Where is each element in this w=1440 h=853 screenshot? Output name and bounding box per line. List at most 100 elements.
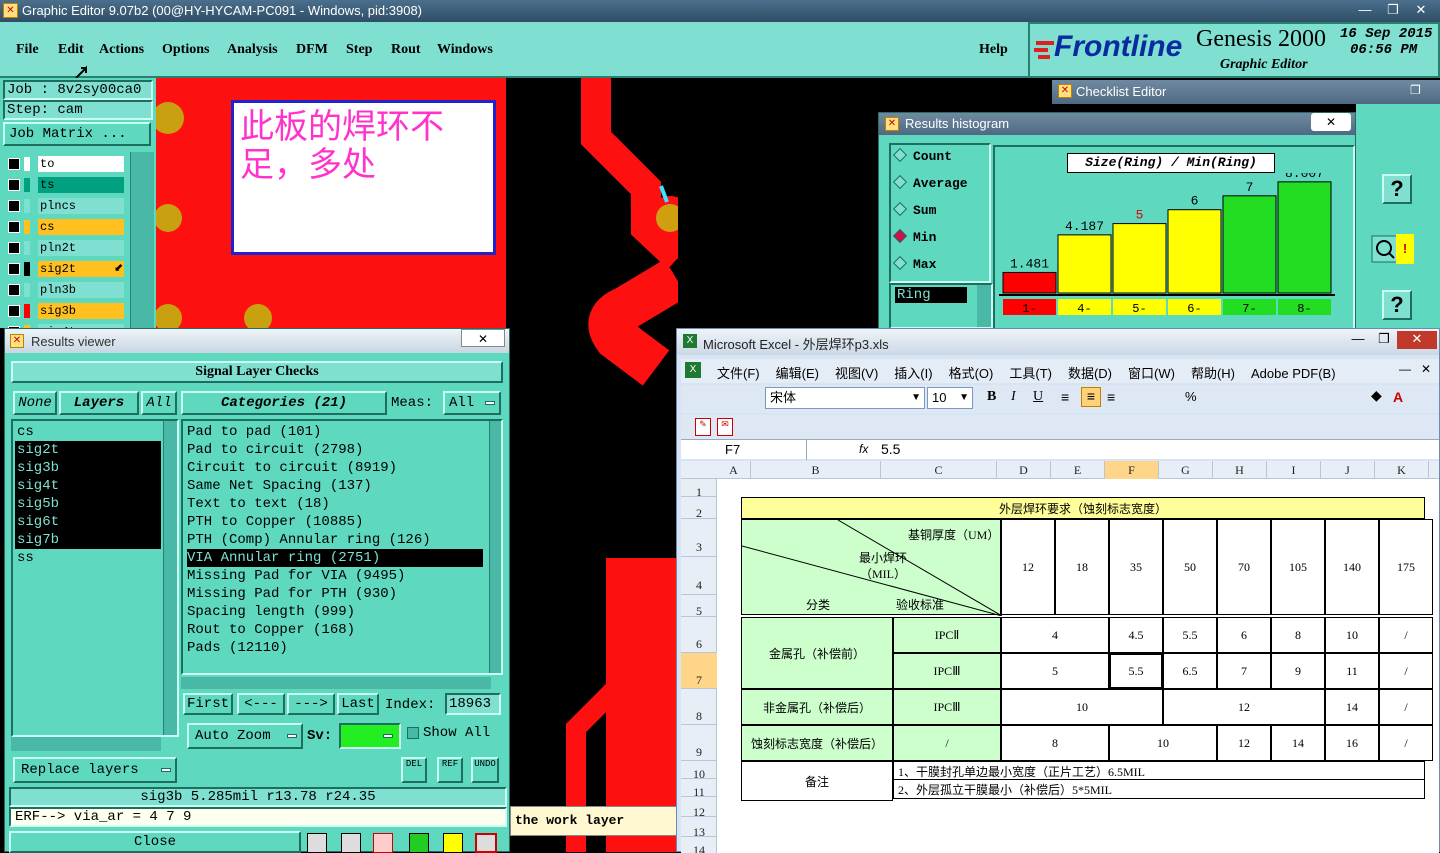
category-item[interactable]: VIA Annular ring (2751) [187,549,483,567]
category-item[interactable]: Circuit to circuit (8919) [187,459,483,477]
category-item[interactable]: Pad to circuit (2798) [187,441,483,459]
excel-menu-item[interactable]: 帮助(H) [1191,366,1235,381]
tool-icon-3[interactable] [373,833,393,853]
layer-row-sig3b[interactable]: sig3b [6,303,124,319]
metal-hole-label[interactable]: 金属孔（补偿前） [741,617,893,689]
category-item[interactable]: Missing Pad for PTH (930) [187,585,483,603]
layer-row-pln3b[interactable]: pln3b [6,282,124,298]
excel-menu-item[interactable]: 编辑(E) [776,366,819,381]
font-color-icon[interactable]: A [1393,389,1403,405]
radio-diamond-icon[interactable] [892,255,908,271]
menu-edit[interactable]: Edit [58,42,84,58]
r8-cell[interactable]: 12 [1163,689,1325,725]
excel-restore-button[interactable]: ❐ [1371,331,1397,349]
result-layer-item[interactable]: sig3b [15,459,161,477]
option-min[interactable]: Min [892,228,936,250]
auto-zoom-select[interactable]: Auto Zoom [187,723,303,749]
wb-minimize-button[interactable]: — [1399,362,1411,376]
r8-cell[interactable]: 14 [1325,689,1379,725]
etch-label[interactable]: 蚀刻标志宽度（补偿后） [741,725,893,761]
note-2[interactable]: 2、外层孤立干膜最小（补偿后）5*5MIL [893,779,1425,799]
histogram-bar[interactable] [1167,209,1222,294]
spreadsheet-grid[interactable]: ABCDEFGHIJK 1 2 3 4 5 6 7 8 9 10 11 12 13 14 外层焊环要求（蚀… [681,461,1439,853]
field-ring[interactable]: Ring [895,287,967,303]
severity-select[interactable] [339,723,401,749]
bold-icon[interactable]: B [987,389,996,405]
r7-cell[interactable]: 7 [1217,653,1271,689]
font-size-select[interactable]: 10 ▼ [927,387,973,409]
note-1[interactable]: 1、干膜封孔单边最小宽度（正片工艺）6.5MIL [893,761,1425,781]
next-button[interactable]: ---> [287,693,335,715]
r7-cell[interactable]: 11 [1325,653,1379,689]
histogram-bar[interactable] [1277,181,1332,294]
r9-cell[interactable]: 16 [1325,725,1379,761]
menu-help[interactable]: Help [979,42,1008,58]
category-scrollbar[interactable] [489,421,501,673]
tool-icon-6[interactable] [475,833,497,853]
r6-cell[interactable]: 5.5 [1163,617,1217,653]
menu-step[interactable]: Step [346,42,372,58]
r8-cell[interactable]: 10 [1001,689,1163,725]
align-center-icon[interactable]: ≡ [1081,387,1101,407]
excel-menu-item[interactable]: Adobe PDF(B) [1251,366,1336,381]
histogram-close-button[interactable]: ✕ [1311,113,1351,131]
result-layer-item[interactable]: sig2t [15,441,161,459]
histogram-bar[interactable] [1002,271,1057,294]
layer-result-scrollbar[interactable] [163,421,177,735]
note-label[interactable]: 备注 [741,761,893,801]
option-count[interactable]: Count [892,147,952,169]
radio-diamond-icon[interactable] [892,147,908,163]
maximize-button[interactable]: ❐ [1380,1,1406,19]
fill-color-icon[interactable]: ◆ [1371,387,1382,404]
r7-cell[interactable]: 9 [1271,653,1325,689]
layer-row-cs[interactable]: cs [6,219,124,235]
r9-cell[interactable]: 12 [1217,725,1271,761]
layer-checkbox[interactable] [8,263,20,275]
tool-icon-5[interactable] [443,833,463,853]
r7-cell[interactable]: / [1379,653,1433,689]
percent-icon[interactable]: % [1185,389,1197,404]
result-layer-item[interactable]: sig4t [15,477,161,495]
undo-icon[interactable]: UNDO [471,757,499,783]
layer-checkbox[interactable] [8,158,20,170]
category-item[interactable]: Pad to pad (101) [187,423,483,441]
r6-cell[interactable]: 4 [1001,617,1109,653]
thickness-cell[interactable]: 175 [1379,519,1433,615]
layer-checkbox[interactable] [8,305,20,317]
last-button[interactable]: Last [337,693,379,715]
field-scrollbar[interactable] [977,285,991,327]
ipc3-cell[interactable]: IPCⅢ [893,653,1001,689]
r9-cell[interactable]: 8 [1001,725,1109,761]
help-question-icon[interactable]: ? [1382,174,1412,204]
thickness-cell[interactable]: 140 [1325,519,1379,615]
radio-diamond-icon[interactable] [892,201,908,217]
minimize-button[interactable]: — [1352,1,1378,19]
layer-checkbox[interactable] [8,242,20,254]
refresh-icon[interactable]: REF [437,757,463,783]
radio-diamond-icon[interactable] [892,174,908,190]
r6-cell[interactable]: 10 [1325,617,1379,653]
category-item[interactable]: Pads (12110) [187,639,483,657]
thickness-cell[interactable]: 105 [1271,519,1325,615]
category-item[interactable]: PTH (Comp) Annular ring (126) [187,531,483,549]
r7-cell[interactable]: 5 [1001,653,1109,689]
function-icon[interactable]: fx [859,442,868,456]
r7-cell[interactable]: 6.5 [1163,653,1217,689]
category-item[interactable]: Spacing length (999) [187,603,483,621]
meas-select[interactable]: All [443,391,501,415]
menu-rout[interactable]: Rout [391,42,421,58]
excel-menu-item[interactable]: 窗口(W) [1128,366,1175,381]
histogram-bar[interactable] [1112,223,1167,294]
category-item[interactable]: Text to text (18) [187,495,483,513]
nonmetal-label[interactable]: 非金属孔（补偿后） [741,689,893,725]
result-layer-item[interactable]: sig7b [15,531,161,549]
result-layer-item[interactable]: sig5b [15,495,161,513]
menu-dfm[interactable]: DFM [296,42,328,58]
option-max[interactable]: Max [892,255,936,277]
layer-scrollbar[interactable] [130,152,154,328]
r6-cell[interactable]: 4.5 [1109,617,1163,653]
underline-icon[interactable]: U [1033,389,1043,405]
show-all-checkbox[interactable] [407,727,419,739]
all-layers-button[interactable]: All [141,391,177,415]
checklist-restore-button[interactable]: ❐ [1410,83,1421,97]
